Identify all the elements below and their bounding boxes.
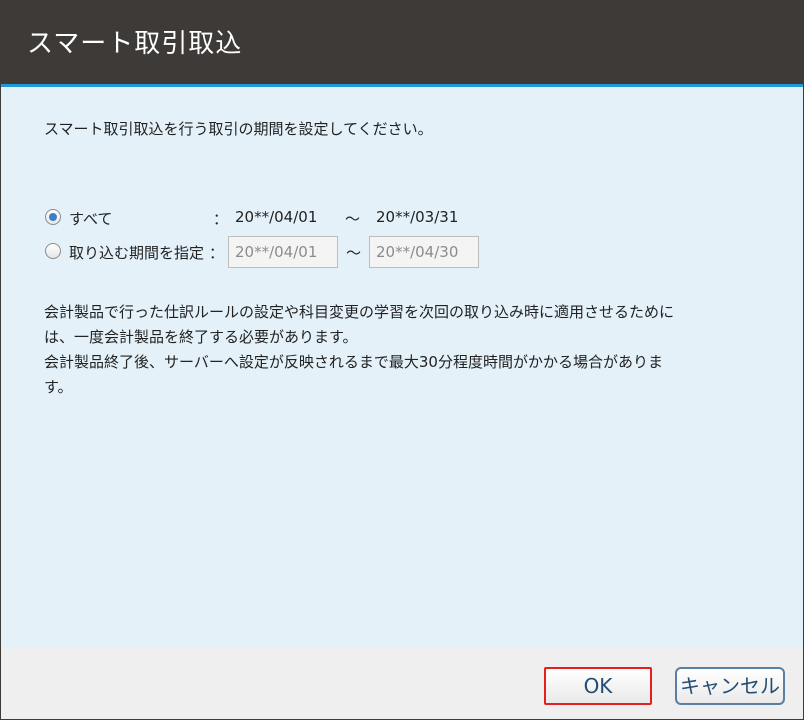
intro-text: スマート取引取込を行う取引の期間を設定してください。: [44, 120, 433, 138]
dialog-titlebar: スマート取引取込: [1, 1, 803, 87]
option-range-colon: ：: [209, 244, 225, 262]
option-all-label[interactable]: すべて: [69, 208, 112, 229]
range-end-date-input[interactable]: 20**/04/30: [369, 236, 479, 268]
all-end-date: 20**/03/31: [376, 208, 459, 226]
all-tilde: ～: [345, 210, 361, 228]
radio-range[interactable]: [45, 243, 61, 259]
cancel-button[interactable]: キャンセル: [675, 667, 785, 705]
dialog-footer: OK キャンセル: [1, 647, 803, 719]
ok-button[interactable]: OK: [544, 667, 652, 705]
notes-line: 会計製品終了後、サーバーへ設定が反映されるまで最大30分程度時間がかかる場合があ…: [44, 353, 663, 371]
notes-line: 会計製品で行った仕訳ルールの設定や科目変更の学習を次回の取り込み時に適用させるた…: [44, 303, 675, 321]
all-start-date: 20**/04/01: [235, 208, 318, 226]
option-all-colon: ：: [213, 210, 229, 228]
notes-text: 会計製品で行った仕訳ルールの設定や科目変更の学習を次回の取り込み時に適用させるた…: [44, 300, 764, 400]
notes-line: す。: [44, 378, 73, 396]
dialog-content: スマート取引取込を行う取引の期間を設定してください。 すべて ： 20**/04…: [1, 90, 803, 647]
notes-line: は、一度会計製品を終了する必要があります。: [44, 328, 358, 346]
range-start-date-input[interactable]: 20**/04/01: [228, 236, 338, 268]
radio-all[interactable]: [45, 209, 61, 225]
range-tilde: ～: [346, 244, 362, 262]
smart-import-dialog: スマート取引取込 スマート取引取込を行う取引の期間を設定してください。 すべて …: [0, 0, 804, 720]
option-range-label[interactable]: 取り込む期間を指定: [69, 242, 204, 263]
dialog-title: スマート取引取込: [27, 29, 243, 59]
